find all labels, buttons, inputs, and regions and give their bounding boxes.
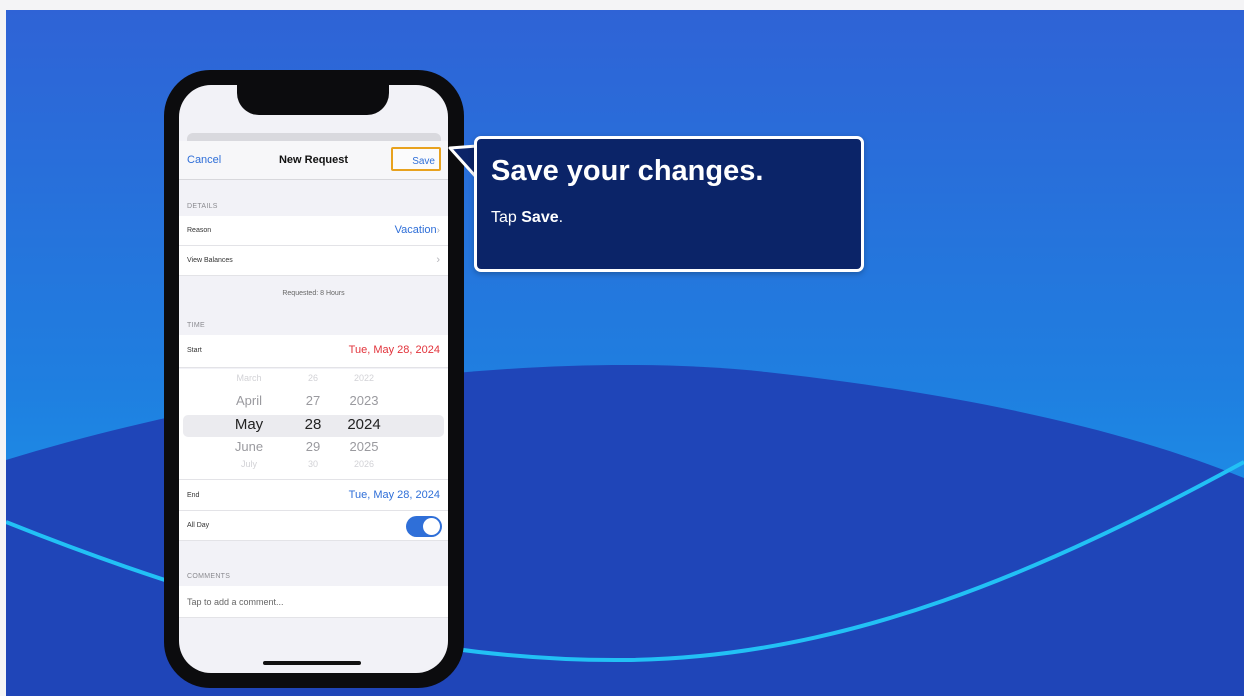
reason-label: Reason: [187, 227, 212, 234]
picker-day[interactable]: 29: [297, 439, 329, 454]
phone-mockup: Cancel New Request Save DETAILS Reason V…: [164, 70, 464, 688]
phone-notch: [237, 85, 389, 115]
picker-day[interactable]: 26: [297, 373, 329, 383]
tutorial-slide: Cancel New Request Save DETAILS Reason V…: [6, 10, 1244, 696]
picker-day-selected[interactable]: 28: [297, 416, 329, 433]
date-picker-wheel[interactable]: March April May June July 26 27 28 29 30…: [179, 369, 448, 479]
details-section-header: DETAILS: [187, 203, 218, 210]
time-section-header: TIME: [187, 322, 205, 329]
chevron-right-icon: ›: [436, 254, 440, 266]
callout-body-prefix: Tap: [491, 209, 522, 226]
picker-month[interactable]: April: [209, 393, 289, 408]
all-day-toggle[interactable]: [406, 516, 442, 537]
home-indicator: [263, 661, 361, 665]
picker-month[interactable]: July: [209, 459, 289, 469]
callout-pointer-shape: [448, 144, 479, 180]
picker-day[interactable]: 27: [297, 393, 329, 408]
picker-year[interactable]: 2022: [339, 373, 389, 383]
start-row[interactable]: Start Tue, May 28, 2024: [179, 335, 448, 368]
toggle-knob: [423, 518, 440, 535]
picker-month[interactable]: March: [209, 373, 289, 383]
picker-year[interactable]: 2026: [339, 459, 389, 469]
end-date-value: Tue, May 28, 2024: [348, 489, 440, 501]
sheet-background-strip: [187, 133, 441, 141]
view-balances-row[interactable]: View Balances ›: [179, 246, 448, 276]
comments-section-header: COMMENTS: [187, 573, 231, 580]
picker-day[interactable]: 30: [297, 459, 329, 469]
comment-placeholder[interactable]: Tap to add a comment...: [187, 597, 284, 607]
callout-title: Save your changes.: [491, 155, 764, 187]
comment-field[interactable]: Tap to add a comment...: [179, 586, 448, 618]
callout-body: Tap Save.: [491, 209, 563, 227]
nav-bar: Cancel New Request Save: [179, 141, 448, 180]
end-row[interactable]: End Tue, May 28, 2024: [179, 479, 448, 511]
picker-year[interactable]: 2023: [339, 393, 389, 408]
callout-box: Save your changes. Tap Save.: [474, 136, 864, 272]
start-date-value: Tue, May 28, 2024: [348, 344, 440, 356]
all-day-label: All Day: [187, 522, 210, 529]
picker-month[interactable]: June: [209, 439, 289, 454]
picker-month-selected[interactable]: May: [209, 416, 289, 433]
picker-year-selected[interactable]: 2024: [339, 416, 389, 433]
reason-row[interactable]: Reason Vacation›: [179, 216, 448, 246]
picker-year[interactable]: 2025: [339, 439, 389, 454]
phone-screen: Cancel New Request Save DETAILS Reason V…: [179, 85, 448, 673]
chevron-right-icon: ›: [436, 225, 440, 236]
end-label: End: [187, 492, 200, 499]
all-day-row: All Day: [179, 511, 448, 541]
start-label: Start: [187, 347, 202, 354]
reason-value: Vacation: [394, 224, 437, 236]
save-button[interactable]: Save: [391, 147, 441, 171]
view-balances-label: View Balances: [187, 257, 233, 264]
callout-body-strong: Save: [521, 209, 559, 226]
callout-body-suffix: .: [558, 209, 564, 226]
requested-hours: Requested: 8 Hours: [282, 290, 345, 297]
